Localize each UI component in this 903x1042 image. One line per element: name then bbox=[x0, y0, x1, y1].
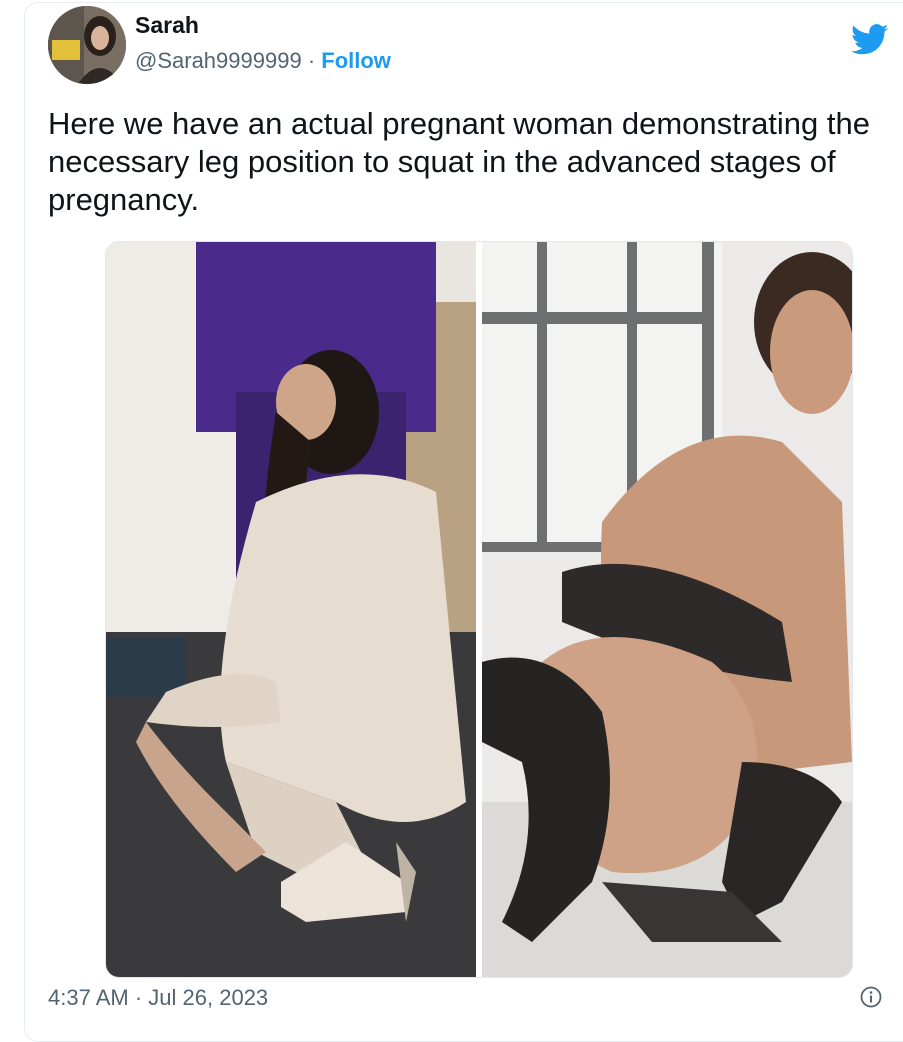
photo-pregnant-woman-squatting[interactable] bbox=[482, 242, 852, 977]
follow-button[interactable]: Follow bbox=[321, 48, 391, 73]
date-separator: · bbox=[134, 985, 143, 1010]
author-handle-line: @Sarah9999999 · Follow bbox=[135, 47, 391, 75]
tweet-date: Jul 26, 2023 bbox=[148, 985, 269, 1010]
photo-woman-squatting-heels[interactable] bbox=[106, 242, 476, 977]
tweet-time: 4:37 AM bbox=[48, 985, 129, 1010]
author-handle[interactable]: @Sarah9999999 bbox=[135, 48, 302, 73]
author-display-name[interactable]: Sarah bbox=[135, 11, 199, 39]
tweet-media[interactable] bbox=[105, 241, 853, 978]
tweet-timestamp[interactable]: 4:37 AM · Jul 26, 2023 bbox=[48, 984, 268, 1012]
avatar[interactable] bbox=[48, 6, 126, 84]
twitter-bird-icon[interactable] bbox=[851, 24, 889, 56]
separator-dot: · bbox=[307, 48, 316, 73]
info-icon[interactable] bbox=[859, 985, 883, 1009]
tweet-text: Here we have an actual pregnant woman de… bbox=[48, 106, 870, 217]
